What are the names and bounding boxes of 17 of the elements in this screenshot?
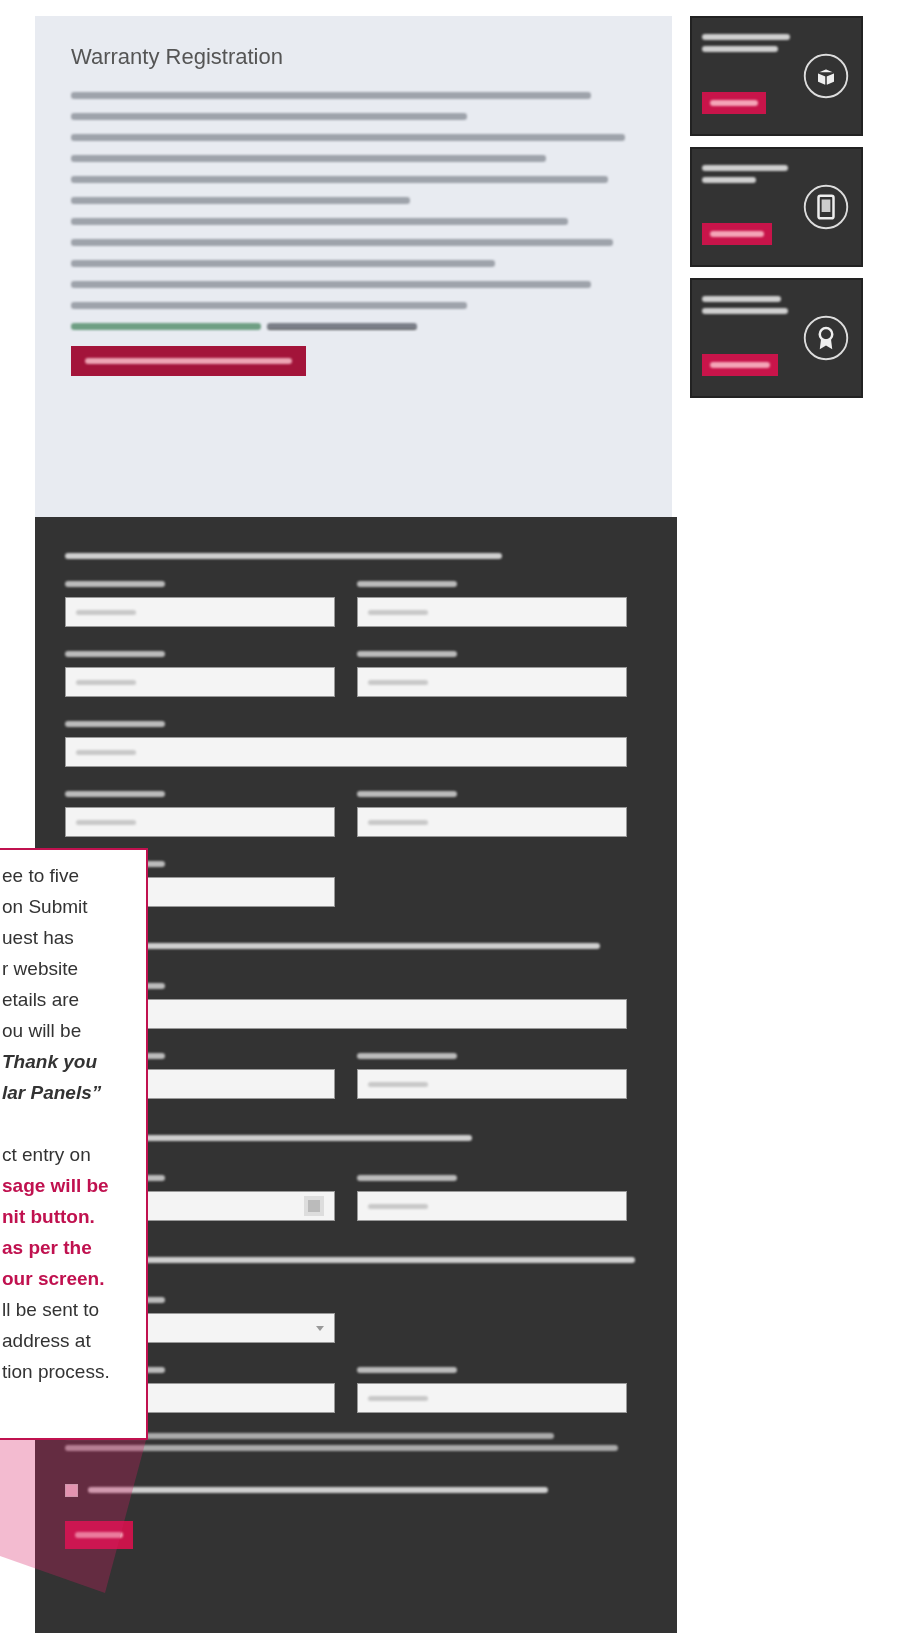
callout-text: ll be sent to xyxy=(2,1298,100,1322)
callout-text: our screen. xyxy=(2,1267,105,1291)
callout-text: ct entry on xyxy=(2,1143,91,1167)
callout-text: on Submit xyxy=(2,895,88,919)
callout-text: as per the xyxy=(2,1236,92,1260)
page-title: Warranty Registration xyxy=(71,44,284,71)
callout-text: uest has xyxy=(2,926,74,950)
callout-text: address at xyxy=(2,1329,91,1353)
callout-text: r website xyxy=(2,957,79,981)
callout-text: etails are xyxy=(2,988,80,1012)
callout-text: lar Panels” xyxy=(2,1081,102,1105)
callout-text: sage will be xyxy=(2,1174,109,1198)
callout-text: Thank you xyxy=(2,1050,97,1074)
callout-text: ee to five xyxy=(2,864,80,888)
callout-text: tion process. xyxy=(2,1360,110,1384)
callout-text: ou will be xyxy=(2,1019,82,1043)
callout-text: nit button. xyxy=(2,1205,95,1229)
